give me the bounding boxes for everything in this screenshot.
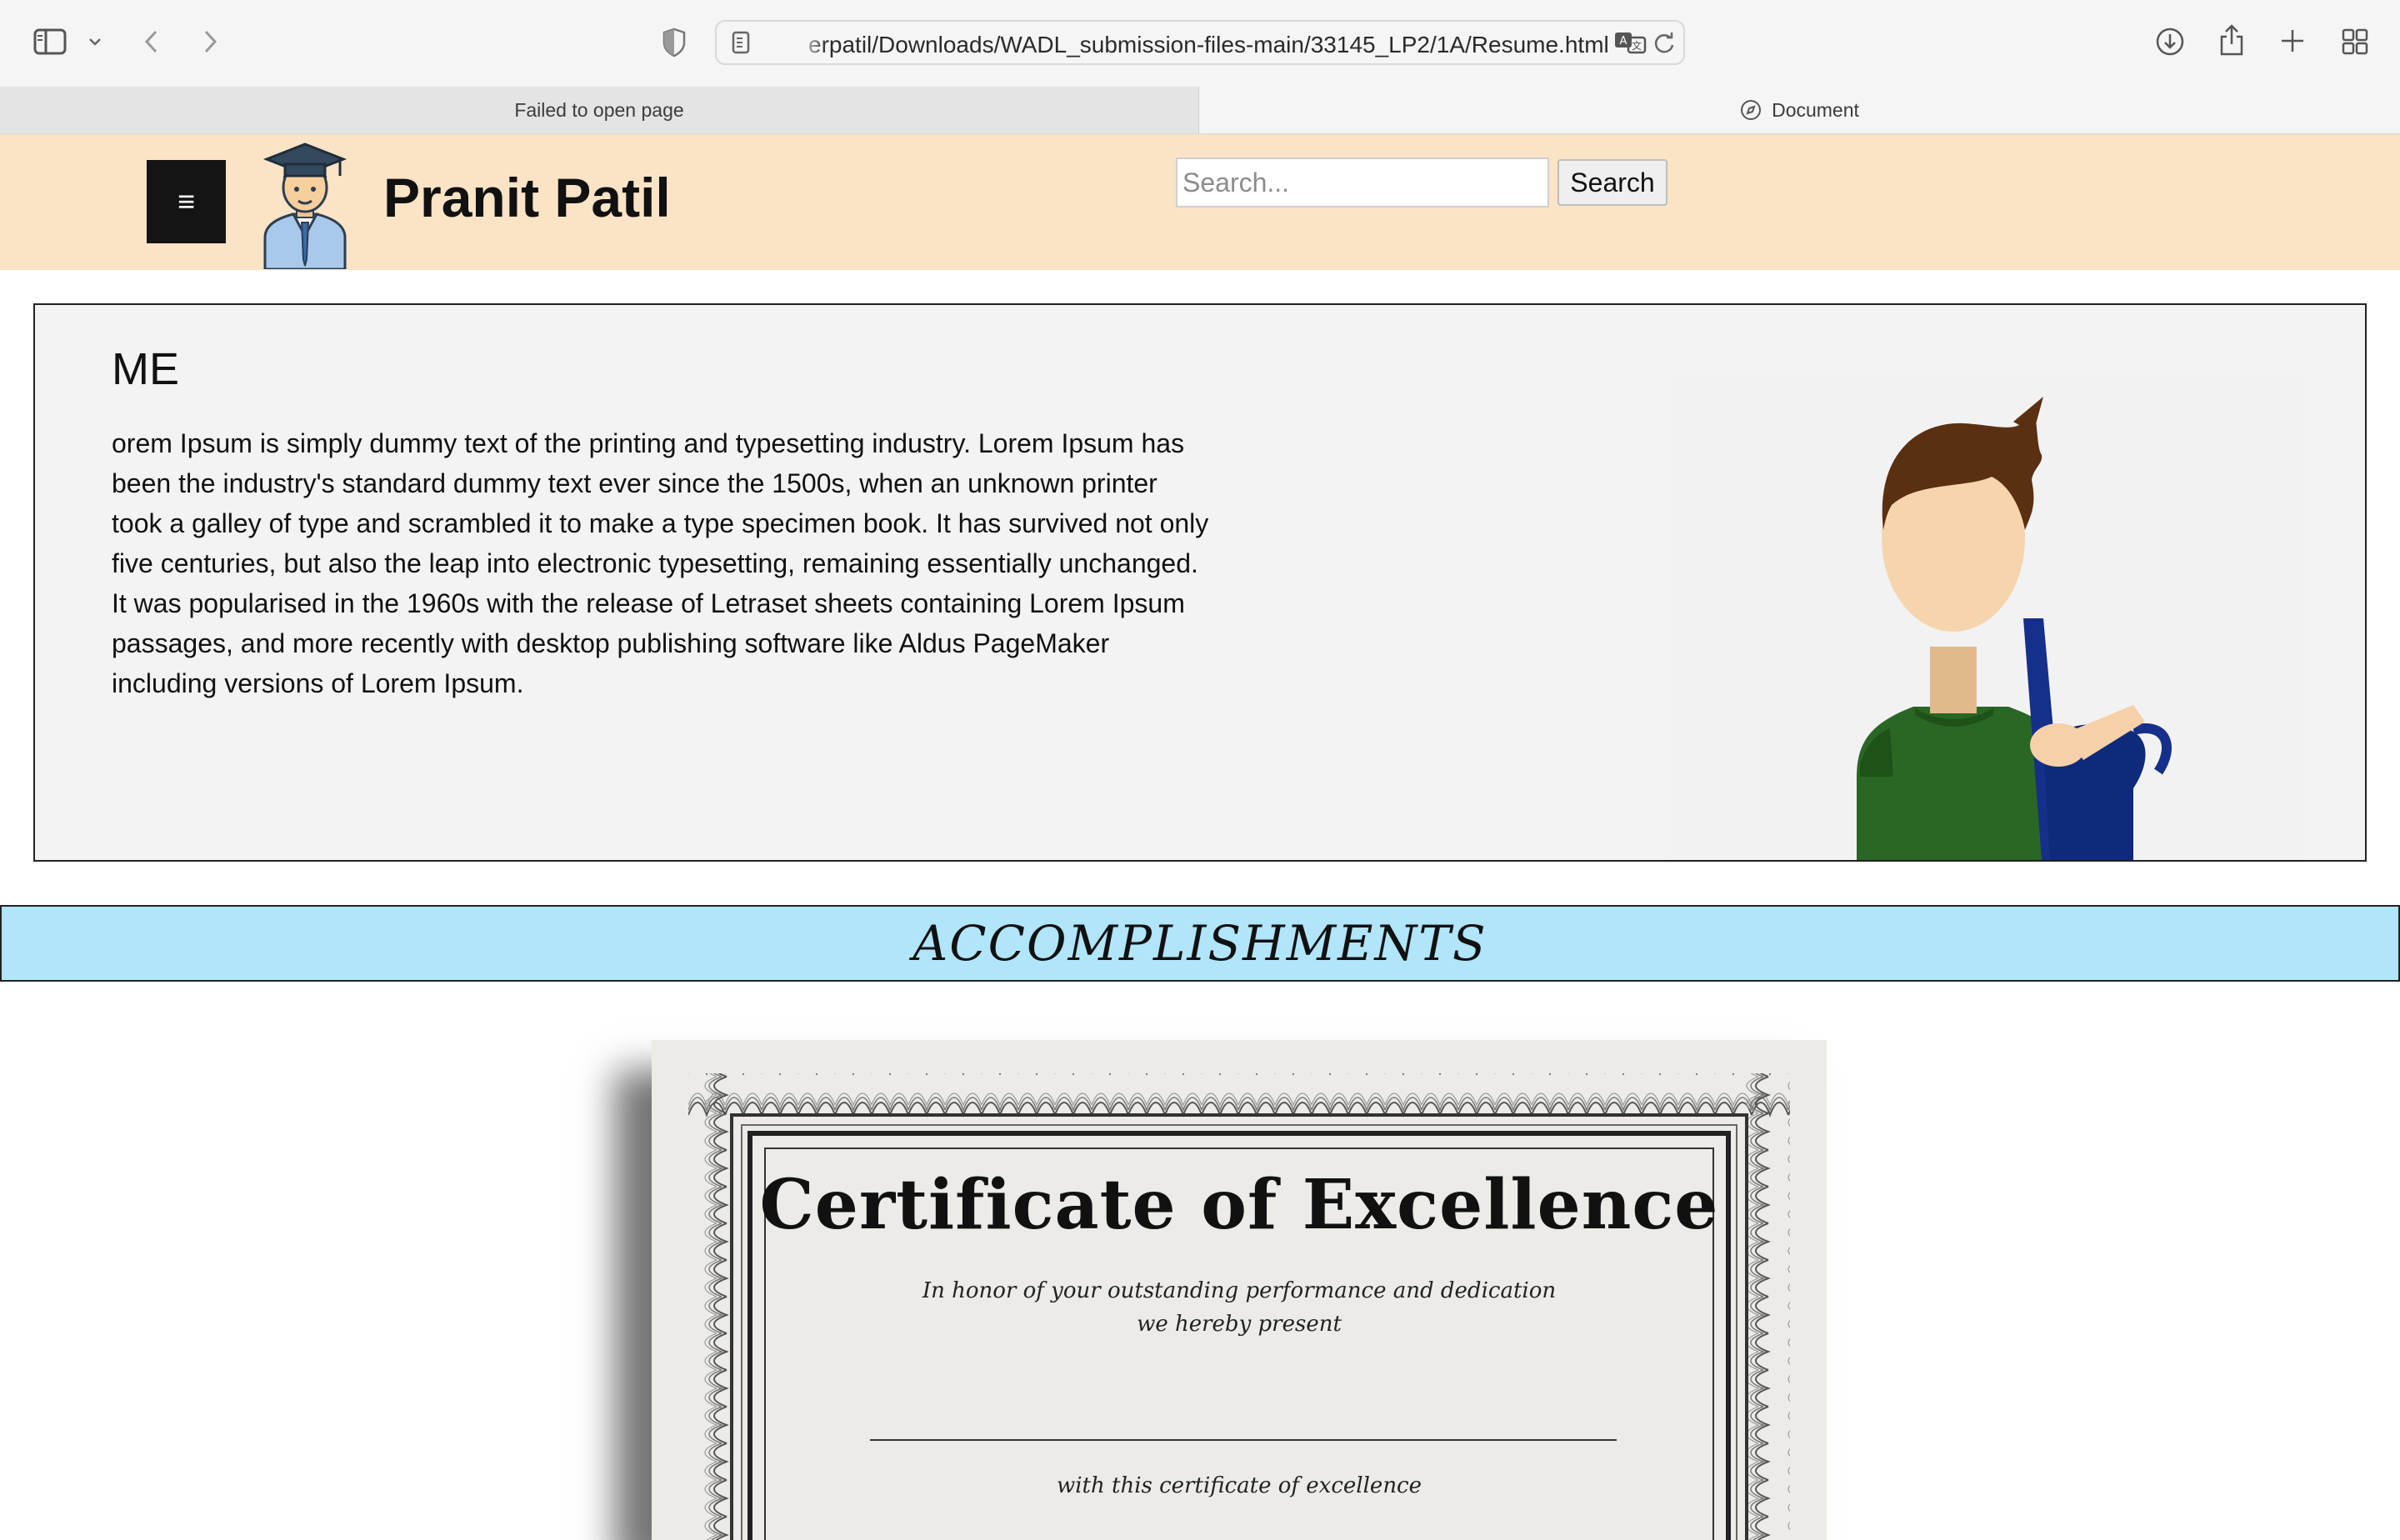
certificate-line-2: we hereby present xyxy=(1137,1312,1342,1337)
sidebar-icon[interactable] xyxy=(32,25,68,58)
certificate-name-line xyxy=(870,1439,1617,1441)
student-illustration xyxy=(1667,372,2307,860)
search-button[interactable]: Search xyxy=(1558,159,1668,206)
tab-overview-icon[interactable] xyxy=(2340,27,2370,57)
share-icon[interactable] xyxy=(2217,22,2247,58)
tab-failed-page[interactable]: Failed to open page xyxy=(0,87,1199,133)
url-fade xyxy=(797,27,827,60)
page-icon xyxy=(730,30,752,55)
about-me-section: ME orem Ipsum is simply dummy text of th… xyxy=(33,303,2367,862)
svg-text:A: A xyxy=(1620,35,1628,48)
accomplishments-bar: ACCOMPLISHMENTS xyxy=(0,905,2400,982)
certificate-image: Certificate of Excellence In honor of yo… xyxy=(652,1040,1827,1540)
menu-button[interactable]: ≡ xyxy=(147,160,226,243)
graduate-avatar xyxy=(260,136,350,271)
chevron-down-icon[interactable] xyxy=(85,32,105,52)
certificate-line-1: In honor of your outstanding performance… xyxy=(922,1278,1557,1303)
forward-icon[interactable] xyxy=(197,25,223,58)
about-text: orem Ipsum is simply dummy text of the p… xyxy=(112,428,1209,698)
site-name: Pranit Patil xyxy=(383,167,671,228)
tab-label: Document xyxy=(1772,98,1859,121)
url-text: erpatil/Downloads/WADL_submission-files-… xyxy=(808,32,1609,58)
certificate-title: Certificate of Excellence xyxy=(759,1165,1719,1245)
search-input[interactable] xyxy=(1176,158,1549,208)
new-tab-icon[interactable] xyxy=(2278,27,2307,55)
tab-bar: Failed to open page Document xyxy=(0,87,2400,134)
back-icon[interactable] xyxy=(138,25,165,58)
tab-document[interactable]: Document xyxy=(1199,87,2400,133)
translate-icon[interactable]: A文 xyxy=(1613,28,1647,57)
shield-icon[interactable] xyxy=(660,27,688,58)
accomplishments-title: ACCOMPLISHMENTS xyxy=(912,915,1488,972)
reload-icon[interactable] xyxy=(1652,30,1677,57)
svg-text:文: 文 xyxy=(1632,39,1642,52)
compass-icon xyxy=(1740,99,1762,121)
section-title: ME xyxy=(112,344,179,394)
address-bar[interactable]: erpatil/Downloads/WADL_submission-files-… xyxy=(715,20,1685,65)
download-icon[interactable] xyxy=(2153,25,2187,58)
tab-label: Failed to open page xyxy=(514,98,684,121)
certificate-line-3: with this certificate of excellence xyxy=(1056,1473,1422,1498)
browser-toolbar: erpatil/Downloads/WADL_submission-files-… xyxy=(0,0,2400,88)
site-header: ≡ Pranit Patil Search xyxy=(0,134,2400,271)
